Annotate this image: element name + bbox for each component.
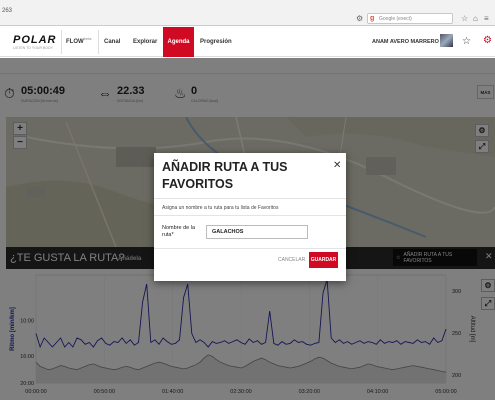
route-name-label: Nombre de la ruta*	[162, 225, 202, 239]
menu-icon[interactable]: ≡	[484, 14, 489, 23]
cancel-button[interactable]: CANCELAR	[278, 257, 305, 263]
add-favorite-modal: AÑADIR RUTA A TUS FAVORITOS ✕ Asigna un …	[154, 153, 346, 281]
flow-label: FLOW	[66, 39, 84, 45]
gear-icon[interactable]: ⚙	[356, 14, 363, 23]
divider	[154, 248, 346, 249]
modal-description: Asigna un nombre a tu ruta para tu lista…	[162, 205, 279, 211]
divider	[98, 30, 99, 54]
route-name-label-text: Nombre de la ruta	[162, 225, 196, 238]
divider	[61, 30, 62, 54]
nav-explorar[interactable]: Explorar	[133, 39, 157, 45]
settings-gear-icon[interactable]: ⚙	[483, 35, 492, 46]
flow-brand: FLOWbeta	[66, 36, 91, 45]
polar-logo[interactable]: POLAR	[13, 34, 57, 46]
url-bar[interactable]: 263	[2, 8, 12, 14]
nav-canal[interactable]: Canal	[104, 39, 120, 45]
nav-agenda[interactable]: Agenda	[163, 27, 194, 57]
divider	[154, 215, 346, 216]
close-icon[interactable]: ✕	[333, 160, 341, 171]
flow-beta: beta	[83, 36, 92, 41]
browser-search-placeholder: Google (exect)	[379, 16, 412, 22]
user-name[interactable]: ANAM AVERO MARRERO	[372, 39, 439, 45]
route-name-input[interactable]	[206, 225, 308, 239]
favorites-star-icon[interactable]: ☆	[462, 36, 471, 47]
save-button[interactable]: GUARDAR	[309, 252, 338, 268]
google-icon: g	[370, 15, 375, 22]
logo-tagline: LISTEN TO YOUR BODY	[13, 46, 53, 50]
avatar[interactable]	[440, 34, 453, 47]
divider	[154, 198, 346, 199]
nav-progresion[interactable]: Progresión	[200, 39, 232, 45]
star-icon[interactable]: ☆	[461, 14, 468, 23]
home-icon[interactable]: ⌂	[473, 14, 478, 23]
modal-title: AÑADIR RUTA A TUS FAVORITOS	[162, 160, 288, 191]
required-marker: *	[171, 232, 174, 238]
browser-search-input[interactable]: g Google (exect)	[367, 13, 453, 24]
